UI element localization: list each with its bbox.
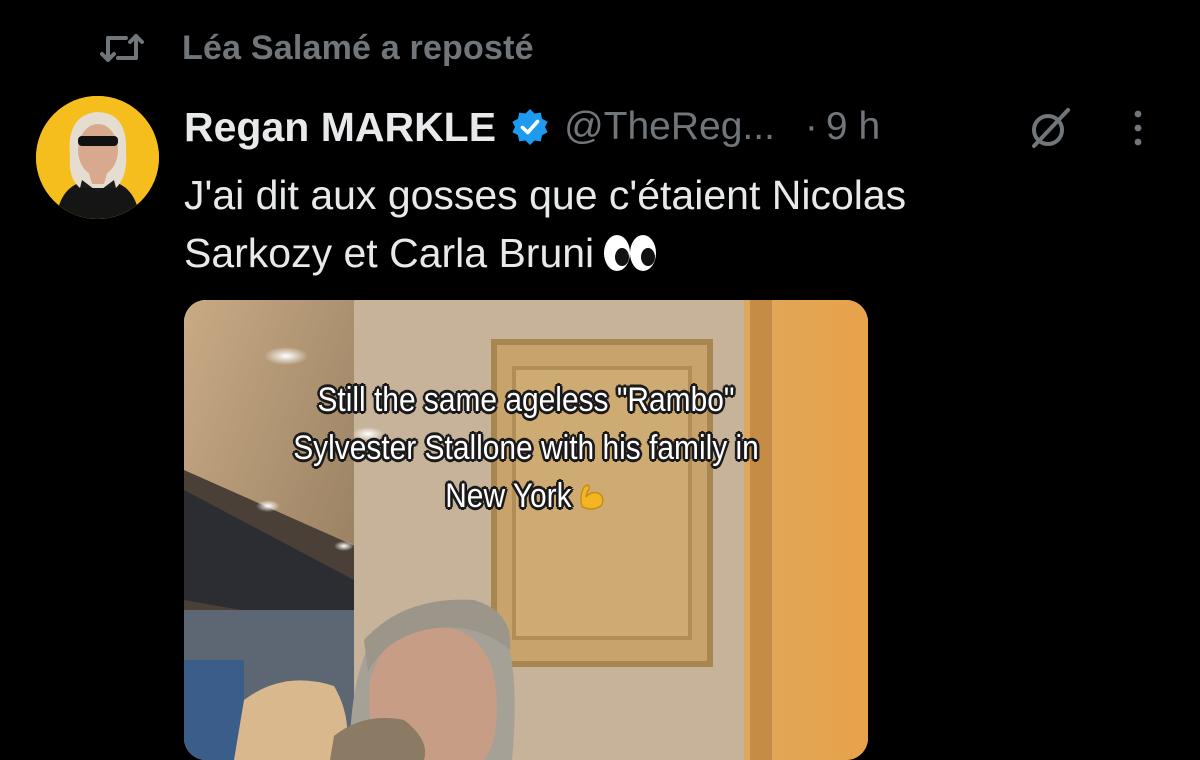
timestamp[interactable]: 9 h [826,105,880,149]
flexed-biceps-emoji-icon [577,472,607,520]
caption-line-1: Still the same ageless "Rambo" [317,381,735,419]
grok-icon[interactable] [1026,104,1074,152]
repost-label[interactable]: Léa Salamé a reposté [182,29,534,68]
author-display-name[interactable]: Regan MARKLE [184,104,496,151]
eyes-emoji-icon [602,233,658,273]
avatar[interactable] [36,96,159,219]
tweet-text-line-1: J'ai dit aux gosses que c'étaient Nicola… [184,172,907,218]
tweet-media-video[interactable]: Still the same ageless "Rambo" Sylvester… [184,300,868,760]
tweet-header: Regan MARKLE @TheReg... · 9 h [184,96,880,158]
tweet-text: J'ai dit aux gosses que c'étaient Nicola… [184,166,1084,282]
separator-dot: · [804,105,818,148]
tweet-text-line-2: Sarkozy et Carla Bruni [184,230,595,276]
video-caption: Still the same ageless "Rambo" Sylvester… [225,376,827,520]
caption-line-3-wrap: New York [225,472,827,520]
author-handle[interactable]: @TheReg... [564,105,775,149]
caption-line-2: Sylvester Stallone with his family in [293,429,759,467]
more-options-icon[interactable] [1130,106,1146,150]
caption-line-3: New York [445,477,572,515]
video-frame [184,300,868,760]
repost-icon [98,28,146,68]
verified-badge-icon [510,107,550,147]
repost-context[interactable]: Léa Salamé a reposté [98,26,534,70]
